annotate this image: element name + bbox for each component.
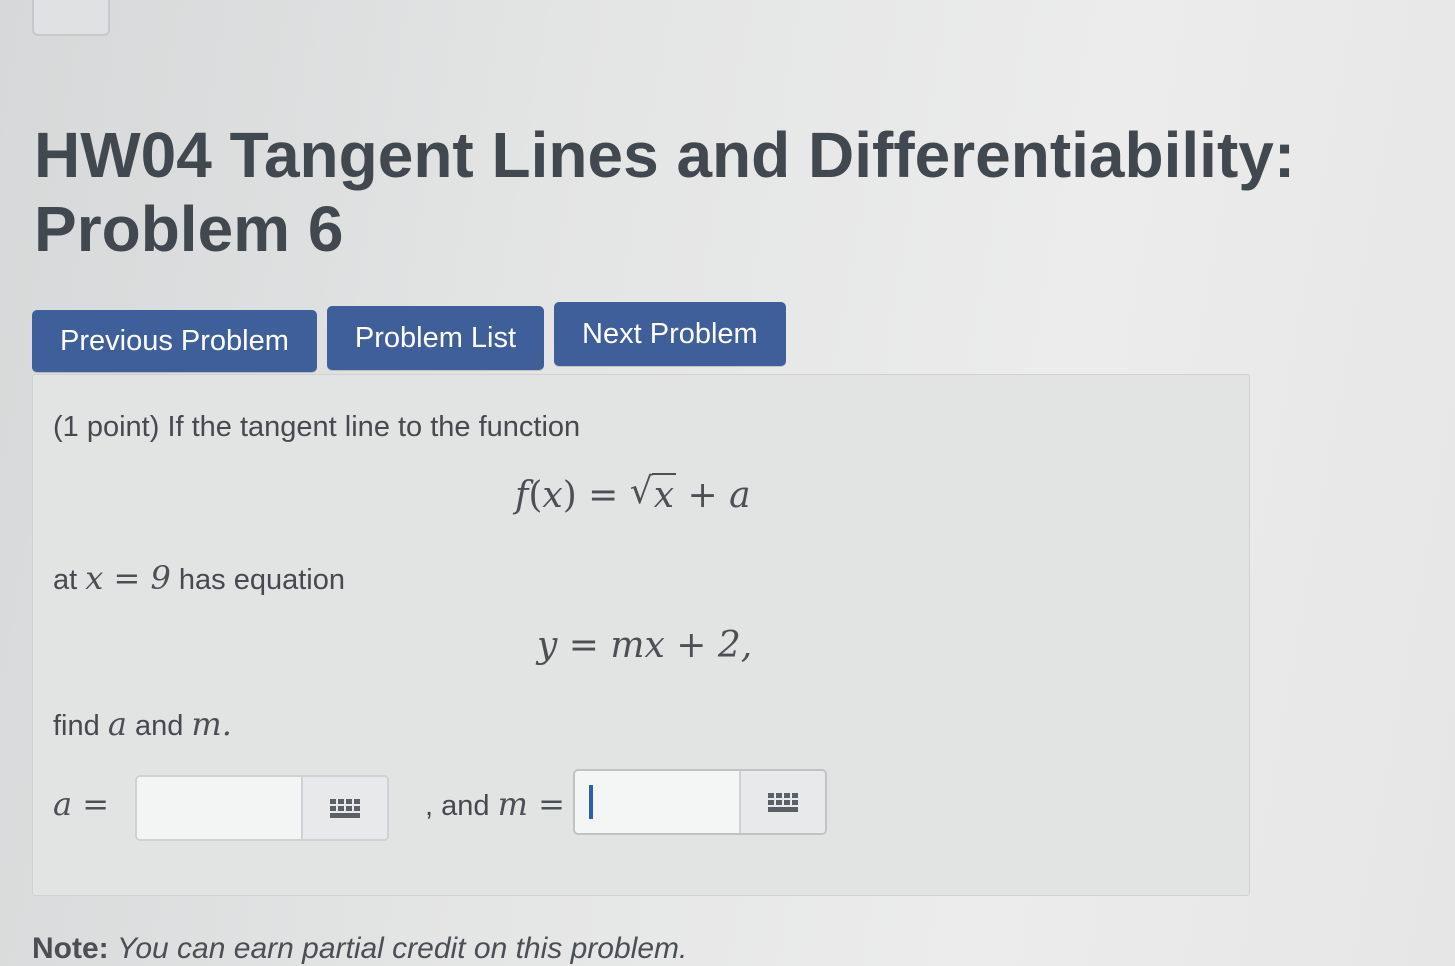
condition-math: x = 9 — [85, 559, 171, 597]
answer-row: a = , and m = — [53, 769, 1153, 841]
problem-list-button[interactable]: Problem List — [326, 306, 545, 370]
top-tab-button[interactable] — [32, 0, 110, 36]
problem-body: (1 point) If the tangent line to the fun… — [32, 374, 1250, 896]
answer-m-input[interactable] — [575, 771, 741, 833]
previous-problem-button[interactable]: Previous Problem — [32, 310, 317, 372]
condition-line: at x = 9 has equation — [53, 559, 345, 597]
answer-a-label: a = — [53, 785, 110, 823]
math-keyboard-icon[interactable] — [303, 777, 387, 839]
partial-credit-note: Note: You can earn partial credit on thi… — [32, 932, 688, 965]
answer-m-label: , and m = — [425, 785, 565, 823]
find-instruction: find a and m. — [53, 705, 232, 743]
math-keyboard-icon[interactable] — [741, 771, 825, 833]
answer-a-input[interactable] — [137, 777, 303, 839]
problem-intro: (1 point) If the tangent line to the fun… — [53, 411, 581, 443]
function-equation: f(x) = √ x + a — [515, 471, 751, 516]
text-caret — [589, 785, 593, 819]
problem-nav: Previous Problem Problem List Next Probl… — [32, 302, 786, 372]
next-problem-button[interactable]: Next Problem — [554, 302, 786, 366]
answer-m-input-group — [573, 769, 827, 835]
page-title-line1: HW04 Tangent Lines and Differentiability… — [34, 119, 1296, 191]
page-title-line2: Problem 6 — [34, 193, 344, 265]
tangent-equation: y = mx + 2, — [537, 625, 753, 666]
answer-a-input-group — [135, 775, 389, 841]
page-title: HW04 Tangent Lines and Differentiability… — [34, 118, 1414, 266]
